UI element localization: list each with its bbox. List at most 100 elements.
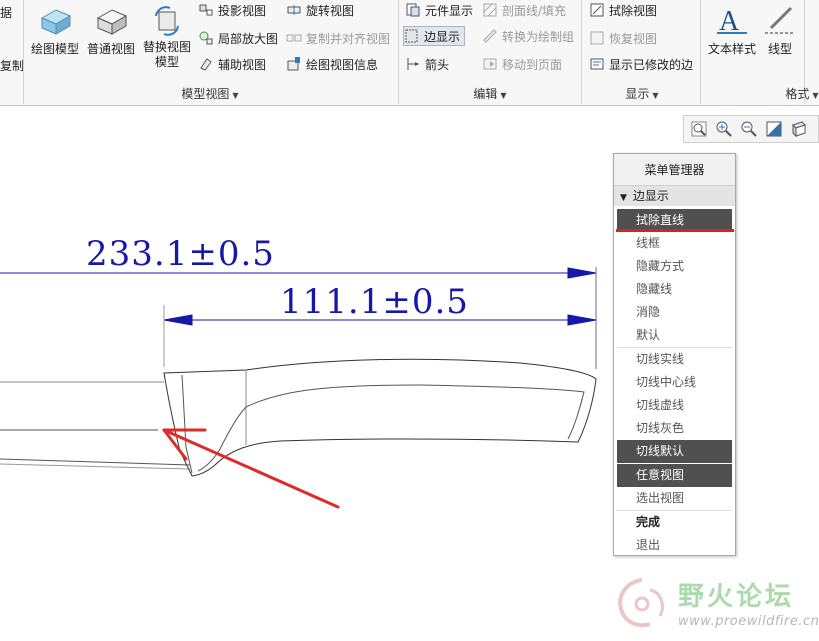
drawing-model-icon bbox=[40, 9, 72, 35]
menu-item-default[interactable]: 默认 bbox=[614, 324, 735, 347]
resume-view-button[interactable]: 恢复视图 bbox=[589, 28, 657, 48]
edge-display-icon bbox=[405, 29, 418, 43]
menu-item-no-hidden[interactable]: 消隐 bbox=[614, 301, 735, 324]
convert-to-draft-label: 转换为绘制组 bbox=[502, 29, 575, 44]
menu-item-pick-view[interactable]: 选出视图 bbox=[614, 487, 735, 510]
erase-view-icon bbox=[590, 3, 604, 17]
collapse-triangle-icon: ▼ bbox=[620, 193, 627, 203]
dimension-handle-length[interactable]: 111.1±0.5 bbox=[280, 282, 469, 322]
group-separator bbox=[700, 0, 701, 104]
annotation-arrow bbox=[162, 428, 340, 509]
dimension-overall-length[interactable]: 233.1±0.5 bbox=[86, 234, 275, 274]
detailed-view-label: 局部放大图 bbox=[218, 31, 279, 46]
chevron-down-icon: ▼ bbox=[812, 91, 819, 100]
erase-view-label: 拭除视图 bbox=[609, 3, 658, 18]
menu-item-any-view[interactable]: 任意视图 bbox=[617, 464, 732, 487]
erase-view-button[interactable]: 拭除视图 bbox=[589, 0, 657, 20]
group-label-format[interactable]: 格式 ▼ bbox=[780, 85, 819, 102]
text-style-icon: A bbox=[717, 6, 747, 36]
group-label-format-text: 格式 bbox=[785, 87, 810, 101]
chevron-down-icon: ▼ bbox=[232, 91, 239, 100]
highlight-underline bbox=[616, 229, 734, 232]
dimension-arrow bbox=[567, 267, 597, 279]
edge-display-label: 边显示 bbox=[424, 29, 461, 44]
revolved-view-icon bbox=[287, 5, 301, 15]
menu-submenu-label: 边显示 bbox=[632, 189, 669, 203]
line-style-button[interactable]: 线型 bbox=[762, 2, 798, 57]
menu-item-hidden-line[interactable]: 隐藏线 bbox=[614, 278, 735, 301]
xhatch-fill-label: 剖面线/填充 bbox=[502, 3, 567, 18]
group-separator bbox=[581, 0, 582, 104]
auxiliary-view-icon bbox=[200, 58, 212, 71]
menu-item-tangent-solid[interactable]: 切线实线 bbox=[614, 348, 735, 371]
menu-item-wireframe[interactable]: 线框 bbox=[614, 232, 735, 255]
partial-left-bottom-button[interactable]: 复制 bbox=[0, 55, 24, 75]
ribbon-toolbar: 据 复制 绘图模型 普通视图 替换视图 模型 投影视图 旋转视图 局部放大图 复… bbox=[0, 0, 819, 106]
move-to-sheet-icon bbox=[483, 58, 497, 70]
move-to-sheet-label: 移动到页面 bbox=[502, 57, 563, 72]
general-view-button[interactable]: 普通视图 bbox=[85, 6, 137, 57]
menu-item-tangent-default[interactable]: 切线默认 bbox=[617, 440, 732, 463]
move-to-sheet-button[interactable]: 移动到页面 bbox=[482, 54, 562, 74]
show-modified-edges-button[interactable]: 显示已修改的边 bbox=[589, 54, 693, 74]
menu-item-quit[interactable]: 退出 bbox=[614, 534, 735, 557]
menu-item-hidden-style[interactable]: 隐藏方式 bbox=[614, 255, 735, 278]
partial-left-top-label: 据 bbox=[0, 5, 13, 20]
menu-item-tangent-dashed[interactable]: 切线虚线 bbox=[614, 394, 735, 417]
menu-item-tangent-gray[interactable]: 切线灰色 bbox=[614, 417, 735, 440]
detailed-view-button[interactable]: 局部放大图 bbox=[198, 28, 278, 48]
svg-text:A: A bbox=[719, 6, 740, 36]
convert-to-draft-group-button[interactable]: 转换为绘制组 bbox=[482, 26, 574, 46]
edge-display-button[interactable]: 边显示 bbox=[403, 26, 466, 46]
group-label-edit[interactable]: 编辑 ▼ bbox=[460, 85, 520, 102]
projection-view-icon bbox=[199, 4, 213, 16]
drawing-view-info-icon bbox=[287, 57, 300, 71]
arrows-label: 箭头 bbox=[425, 57, 450, 72]
drawing-view-info-button[interactable]: 绘图视图信息 bbox=[286, 54, 378, 74]
watermark-title: 野火论坛 bbox=[678, 582, 795, 612]
group-label-model-views[interactable]: 模型视图 ▼ bbox=[150, 85, 270, 102]
group-separator bbox=[398, 0, 399, 104]
component-display-icon bbox=[406, 3, 420, 17]
arrows-button[interactable]: 箭头 bbox=[405, 54, 449, 74]
menu-manager: 菜单管理器 ▼ 边显示 拭除直线 线框 隐藏方式 隐藏线 消隐 默认 切线实线 切… bbox=[613, 153, 736, 556]
chevron-down-icon: ▼ bbox=[500, 91, 507, 100]
watermark-url: www.proewildfire.cn bbox=[678, 614, 819, 629]
general-view-icon bbox=[96, 9, 128, 35]
dimension-arrow bbox=[163, 314, 193, 326]
partial-left-bottom-label: 复制 bbox=[0, 58, 25, 73]
projection-view-button[interactable]: 投影视图 bbox=[198, 0, 266, 20]
replace-view-icon bbox=[155, 6, 179, 36]
replace-view-label: 替换视图 模型 bbox=[142, 40, 191, 69]
projection-view-label: 投影视图 bbox=[218, 3, 267, 18]
text-style-button[interactable]: A 文本样式 bbox=[704, 2, 760, 57]
xhatch-fill-button[interactable]: 剖面线/填充 bbox=[482, 0, 566, 20]
group-separator bbox=[23, 0, 24, 104]
group-label-display[interactable]: 显示 ▼ bbox=[612, 85, 672, 102]
convert-to-draft-icon bbox=[483, 29, 497, 43]
text-style-label: 文本样式 bbox=[707, 42, 756, 56]
replace-view-model-button[interactable]: 替换视图 模型 bbox=[140, 6, 194, 70]
auxiliary-view-label: 辅助视图 bbox=[218, 57, 267, 72]
knife-outline bbox=[0, 358, 597, 477]
partial-left-top-button[interactable]: 据 bbox=[0, 2, 12, 22]
menu-submenu-edge-display[interactable]: ▼ 边显示 bbox=[614, 186, 735, 206]
detailed-view-icon bbox=[199, 31, 213, 45]
resume-view-icon bbox=[590, 31, 604, 45]
auxiliary-view-button[interactable]: 辅助视图 bbox=[198, 54, 266, 74]
general-view-label: 普通视图 bbox=[86, 42, 135, 56]
copy-align-view-button[interactable]: 复制并对齐视图 bbox=[286, 28, 390, 48]
group-label-model-views-text: 模型视图 bbox=[181, 87, 230, 101]
menu-manager-title: 菜单管理器 bbox=[614, 154, 735, 186]
menu-item-done[interactable]: 完成 bbox=[614, 511, 735, 534]
line-style-icon bbox=[765, 6, 795, 34]
drawing-model-button[interactable]: 绘图模型 bbox=[29, 6, 81, 57]
arrows-icon bbox=[407, 58, 419, 70]
menu-item-tangent-centerline[interactable]: 切线中心线 bbox=[614, 371, 735, 394]
component-display-button[interactable]: 元件显示 bbox=[405, 0, 473, 20]
component-display-label: 元件显示 bbox=[425, 3, 474, 18]
revolved-view-button[interactable]: 旋转视图 bbox=[286, 0, 354, 20]
show-modified-edges-label: 显示已修改的边 bbox=[609, 57, 694, 72]
dimension-arrow bbox=[567, 314, 597, 326]
revolved-view-label: 旋转视图 bbox=[306, 3, 355, 18]
